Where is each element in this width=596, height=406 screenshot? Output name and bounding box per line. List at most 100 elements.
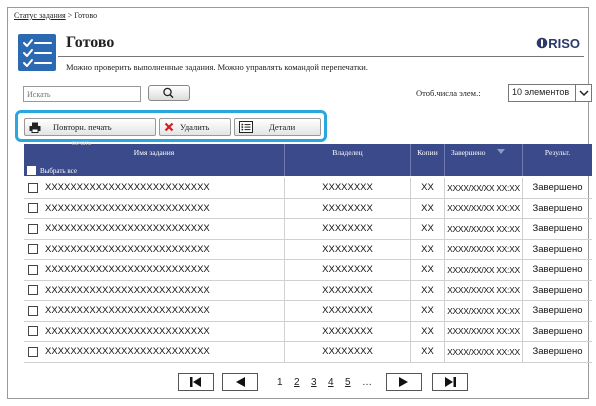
result-cell: Завершено [522,280,592,300]
result-cell: Завершено [522,219,592,239]
page-3-link[interactable]: 3 [311,377,317,388]
owner-cell: XXXXXXXX [284,321,410,341]
copies-cell: XX [410,280,444,300]
page-4-link[interactable]: 4 [328,377,334,388]
delete-button[interactable]: Удалить [159,118,231,136]
details-button[interactable]: Детали [234,118,321,136]
table-header: печать Имя задания Владелец Копии Заверш… [24,139,592,176]
page-ellipsis: … [362,377,372,388]
breadcrumb-job-status-link[interactable]: Статус задания [14,11,66,20]
checklist-icon [18,34,56,71]
last-page-button[interactable] [432,373,468,391]
riso-logo: RISO [536,36,580,51]
previous-page-icon [236,377,245,387]
table-row[interactable]: XXXXXXXXXXXXXXXXXXXXXXXXXX XXXXXXXX XX XXXX… [24,280,592,301]
result-cell: Завершено [522,260,592,280]
copies-cell: XX [410,239,444,259]
job-name: XXXXXXXXXXXXXXXXXXXXXXXXXX [45,325,210,337]
job-name-cell: XXXXXXXXXXXXXXXXXXXXXXXXXX [24,281,284,301]
pagination: 1 2 3 4 5 … [0,368,596,391]
job-name-cell: XXXXXXXXXXXXXXXXXXXXXXXXXX [24,322,284,342]
breadcrumb: Статус задания > Готово [14,11,97,20]
job-name-cell: XXXXXXXXXXXXXXXXXXXXXXXXXX [24,178,284,198]
column-header-owner[interactable]: Владелец [284,144,410,176]
job-name: XXXXXXXXXXXXXXXXXXXXXXXXXX [45,243,210,255]
search-button[interactable] [148,85,190,101]
printer-icon [29,122,41,133]
row-checkbox[interactable] [28,346,38,357]
next-page-icon [399,377,408,387]
row-checkbox[interactable] [28,264,38,275]
chevron-down-icon [575,85,591,101]
owner-cell: XXXXXXXX [284,178,410,198]
page-5-link[interactable]: 5 [345,377,351,388]
select-all-label: Выбрать все [40,166,77,175]
result-cell: Завершено [522,342,592,362]
owner-cell: XXXXXXXX [284,239,410,259]
copies-cell: XX [410,198,444,218]
job-name: XXXXXXXXXXXXXXXXXXXXXXXXXX [45,284,210,296]
column-header-result[interactable]: Результ. [522,144,592,176]
completed-cell: XXXX/XX/XX XX:XX [444,239,522,259]
table-row[interactable]: XXXXXXXXXXXXXXXXXXXXXXXXXX XXXXXXXX XX XXXX… [24,239,592,260]
reprint-label: Повторн. печать [53,122,112,132]
delete-x-icon [164,122,174,132]
owner-cell: XXXXXXXX [284,301,410,321]
completed-cell: XXXX/XX/XX XX:XX [444,178,522,198]
result-cell: Завершено [522,198,592,218]
breadcrumb-current: Готово [74,11,98,20]
copies-cell: XX [410,260,444,280]
result-cell: Завершено [522,301,592,321]
job-name-cell: XXXXXXXXXXXXXXXXXXXXXXXXXX [24,260,284,280]
job-name: XXXXXXXXXXXXXXXXXXXXXXXXXX [45,223,210,235]
completed-cell: XXXX/XX/XX XX:XX [444,198,522,218]
table-row[interactable]: XXXXXXXXXXXXXXXXXXXXXXXXXX XXXXXXXX XX XXXX… [24,321,592,342]
page-2-link[interactable]: 2 [294,377,300,388]
column-header-copies[interactable]: Копии [410,144,444,176]
sort-descending-icon [497,149,506,154]
column-header-completed[interactable]: Завершено [444,144,522,176]
search-input[interactable] [23,86,141,102]
previous-page-button[interactable] [222,373,258,391]
owner-cell: XXXXXXXX [284,219,410,239]
table-row[interactable]: XXXXXXXXXXXXXXXXXXXXXXXXXX XXXXXXXX XX XXXX… [24,301,592,322]
owner-cell: XXXXXXXX [284,342,410,362]
first-page-button[interactable] [178,373,214,391]
details-label: Детали [269,122,296,132]
display-count-select[interactable]: 10 элементов [508,84,592,102]
job-name-cell: XXXXXXXXXXXXXXXXXXXXXXXXXX [24,199,284,219]
page-1-current: 1 [277,377,283,388]
table-row[interactable]: XXXXXXXXXXXXXXXXXXXXXXXXXX XXXXXXXX XX XXXX… [24,260,592,281]
last-page-icon [445,377,456,387]
job-name: XXXXXXXXXXXXXXXXXXXXXXXXXX [45,182,210,194]
row-checkbox[interactable] [28,326,38,337]
row-checkbox[interactable] [28,203,38,214]
next-page-button[interactable] [386,373,422,391]
row-checkbox[interactable] [28,285,38,296]
job-name-cell: XXXXXXXXXXXXXXXXXXXXXXXXXX [24,342,284,362]
select-all-checkbox[interactable]: Выбрать все [27,166,77,175]
result-cell: Завершено [522,239,592,259]
result-cell: Завершено [522,178,592,198]
riso-logo-mark-icon [536,37,548,49]
row-checkbox[interactable] [28,244,38,255]
table-row[interactable]: XXXXXXXXXXXXXXXXXXXXXXXXXX XXXXXXXX XX XXXX… [24,219,592,240]
job-name-cell: XXXXXXXXXXXXXXXXXXXXXXXXXX [24,240,284,260]
display-count-label: Отоб.числа элем.: [416,88,481,98]
completed-cell: XXXX/XX/XX XX:XX [444,260,522,280]
row-checkbox[interactable] [28,223,38,234]
row-checkbox[interactable] [28,182,38,193]
table-row[interactable]: XXXXXXXXXXXXXXXXXXXXXXXXXX XXXXXXXX XX XXXX… [24,342,592,363]
row-checkbox[interactable] [28,305,38,316]
riso-logo-text: RISO [548,36,580,51]
table-row[interactable]: XXXXXXXXXXXXXXXXXXXXXXXXXX XXXXXXXX XX XXXX… [24,198,592,219]
delete-label: Удалить [180,122,210,132]
completed-cell: XXXX/XX/XX XX:XX [444,301,522,321]
select-all-box [27,166,36,175]
owner-cell: XXXXXXXX [284,260,410,280]
table-row[interactable]: XXXXXXXXXXXXXXXXXXXXXXXXXX XXXXXXXX XX XXXX… [24,178,592,199]
completed-cell: XXXX/XX/XX XX:XX [444,321,522,341]
result-cell: Завершено [522,321,592,341]
reprint-button[interactable]: Повторн. печать [24,118,156,136]
display-count-value: 10 элементов [512,87,570,97]
